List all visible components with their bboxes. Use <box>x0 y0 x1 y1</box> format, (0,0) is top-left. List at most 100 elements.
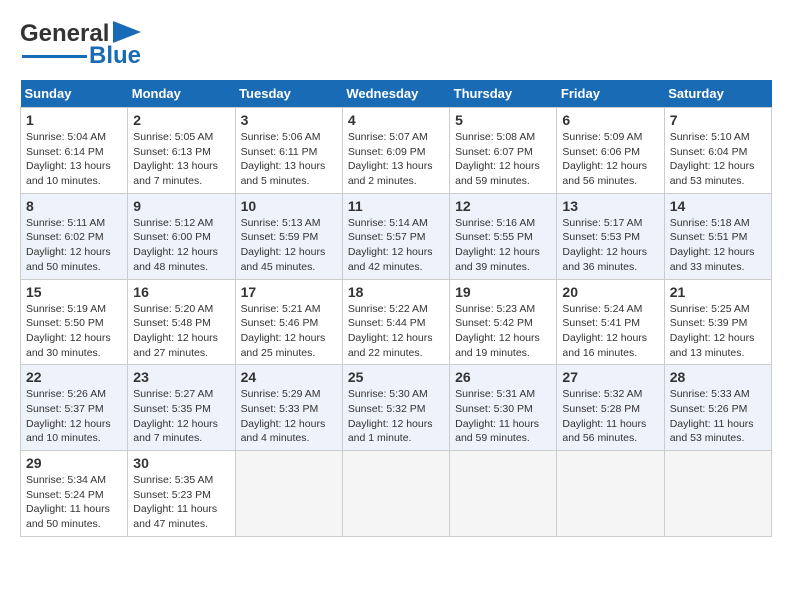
day-info: Sunrise: 5:11 AM Sunset: 6:02 PM Dayligh… <box>26 216 122 275</box>
day-info: Sunrise: 5:18 AM Sunset: 5:51 PM Dayligh… <box>670 216 766 275</box>
calendar-cell: 9 Sunrise: 5:12 AM Sunset: 6:00 PM Daylig… <box>128 193 235 279</box>
calendar-cell: 10 Sunrise: 5:13 AM Sunset: 5:59 PM Dayli… <box>235 193 342 279</box>
day-number: 17 <box>241 284 337 300</box>
day-number: 15 <box>26 284 122 300</box>
calendar-cell: 18Sunrise: 5:22 AM Sunset: 5:44 PM Dayli… <box>342 279 449 365</box>
calendar-cell <box>450 451 557 537</box>
calendar-table: SundayMondayTuesdayWednesdayThursdayFrid… <box>20 80 772 537</box>
day-info: Sunrise: 5:32 AM Sunset: 5:28 PM Dayligh… <box>562 387 658 446</box>
calendar-cell <box>235 451 342 537</box>
calendar-cell: 5 Sunrise: 5:08 AM Sunset: 6:07 PM Daylig… <box>450 108 557 194</box>
calendar-cell: 4Sunrise: 5:07 AM Sunset: 6:09 PM Daylig… <box>342 108 449 194</box>
day-info: Sunrise: 5:06 AM Sunset: 6:11 PM Dayligh… <box>241 130 337 189</box>
calendar-cell: 29 Sunrise: 5:34 AM Sunset: 5:24 PM Dayli… <box>21 451 128 537</box>
day-info: Sunrise: 5:08 AM Sunset: 6:07 PM Dayligh… <box>455 130 551 189</box>
day-number: 24 <box>241 369 337 385</box>
calendar-cell: 30Sunrise: 5:35 AM Sunset: 5:23 PM Dayli… <box>128 451 235 537</box>
calendar-week-row: 22 Sunrise: 5:26 AM Sunset: 5:37 PM Dayli… <box>21 365 772 451</box>
logo: General Blue <box>20 20 141 70</box>
day-number: 11 <box>348 198 444 214</box>
day-number: 25 <box>348 369 444 385</box>
calendar-cell <box>342 451 449 537</box>
day-number: 4 <box>348 112 444 128</box>
header-sunday: Sunday <box>21 80 128 108</box>
calendar-header-row: SundayMondayTuesdayWednesdayThursdayFrid… <box>21 80 772 108</box>
calendar-cell <box>664 451 771 537</box>
calendar-cell: 7 Sunrise: 5:10 AM Sunset: 6:04 PM Daylig… <box>664 108 771 194</box>
calendar-cell: 27Sunrise: 5:32 AM Sunset: 5:28 PM Dayli… <box>557 365 664 451</box>
day-info: Sunrise: 5:26 AM Sunset: 5:37 PM Dayligh… <box>26 387 122 446</box>
calendar-cell: 20Sunrise: 5:24 AM Sunset: 5:41 PM Dayli… <box>557 279 664 365</box>
calendar-cell: 17 Sunrise: 5:21 AM Sunset: 5:46 PM Dayli… <box>235 279 342 365</box>
calendar-cell: 19 Sunrise: 5:23 AM Sunset: 5:42 PM Dayli… <box>450 279 557 365</box>
day-number: 28 <box>670 369 766 385</box>
header-friday: Friday <box>557 80 664 108</box>
day-info: Sunrise: 5:12 AM Sunset: 6:00 PM Dayligh… <box>133 216 229 275</box>
calendar-cell: 12 Sunrise: 5:16 AM Sunset: 5:55 PM Dayli… <box>450 193 557 279</box>
calendar-week-row: 1 Sunrise: 5:04 AM Sunset: 6:14 PM Daylig… <box>21 108 772 194</box>
day-info: Sunrise: 5:10 AM Sunset: 6:04 PM Dayligh… <box>670 130 766 189</box>
header-thursday: Thursday <box>450 80 557 108</box>
day-info: Sunrise: 5:05 AM Sunset: 6:13 PM Dayligh… <box>133 130 229 189</box>
day-number: 23 <box>133 369 229 385</box>
calendar-cell: 8 Sunrise: 5:11 AM Sunset: 6:02 PM Daylig… <box>21 193 128 279</box>
day-number: 13 <box>562 198 658 214</box>
calendar-cell: 3 Sunrise: 5:06 AM Sunset: 6:11 PM Daylig… <box>235 108 342 194</box>
header-saturday: Saturday <box>664 80 771 108</box>
day-info: Sunrise: 5:33 AM Sunset: 5:26 PM Dayligh… <box>670 387 766 446</box>
day-info: Sunrise: 5:29 AM Sunset: 5:33 PM Dayligh… <box>241 387 337 446</box>
day-info: Sunrise: 5:17 AM Sunset: 5:53 PM Dayligh… <box>562 216 658 275</box>
calendar-cell: 14 Sunrise: 5:18 AM Sunset: 5:51 PM Dayli… <box>664 193 771 279</box>
day-number: 8 <box>26 198 122 214</box>
day-number: 12 <box>455 198 551 214</box>
logo-general: General <box>20 20 109 47</box>
calendar-cell: 16Sunrise: 5:20 AM Sunset: 5:48 PM Dayli… <box>128 279 235 365</box>
day-number: 14 <box>670 198 766 214</box>
day-info: Sunrise: 5:13 AM Sunset: 5:59 PM Dayligh… <box>241 216 337 275</box>
day-number: 9 <box>133 198 229 214</box>
day-number: 29 <box>26 455 122 471</box>
calendar-cell: 2 Sunrise: 5:05 AM Sunset: 6:13 PM Daylig… <box>128 108 235 194</box>
calendar-cell: 25Sunrise: 5:30 AM Sunset: 5:32 PM Dayli… <box>342 365 449 451</box>
day-info: Sunrise: 5:23 AM Sunset: 5:42 PM Dayligh… <box>455 302 551 361</box>
day-info: Sunrise: 5:21 AM Sunset: 5:46 PM Dayligh… <box>241 302 337 361</box>
header-monday: Monday <box>128 80 235 108</box>
calendar-cell: 24 Sunrise: 5:29 AM Sunset: 5:33 PM Dayli… <box>235 365 342 451</box>
day-number: 20 <box>562 284 658 300</box>
day-info: Sunrise: 5:31 AM Sunset: 5:30 PM Dayligh… <box>455 387 551 446</box>
day-number: 3 <box>241 112 337 128</box>
day-info: Sunrise: 5:34 AM Sunset: 5:24 PM Dayligh… <box>26 473 122 532</box>
calendar-cell: 15 Sunrise: 5:19 AM Sunset: 5:50 PM Dayli… <box>21 279 128 365</box>
calendar-week-row: 15 Sunrise: 5:19 AM Sunset: 5:50 PM Dayli… <box>21 279 772 365</box>
day-number: 10 <box>241 198 337 214</box>
calendar-cell: 6Sunrise: 5:09 AM Sunset: 6:06 PM Daylig… <box>557 108 664 194</box>
day-info: Sunrise: 5:09 AM Sunset: 6:06 PM Dayligh… <box>562 130 658 189</box>
day-info: Sunrise: 5:16 AM Sunset: 5:55 PM Dayligh… <box>455 216 551 275</box>
day-info: Sunrise: 5:19 AM Sunset: 5:50 PM Dayligh… <box>26 302 122 361</box>
calendar-cell <box>557 451 664 537</box>
calendar-week-row: 8 Sunrise: 5:11 AM Sunset: 6:02 PM Daylig… <box>21 193 772 279</box>
day-number: 30 <box>133 455 229 471</box>
calendar-cell: 26Sunrise: 5:31 AM Sunset: 5:30 PM Dayli… <box>450 365 557 451</box>
page-header: General Blue <box>20 20 772 70</box>
day-info: Sunrise: 5:04 AM Sunset: 6:14 PM Dayligh… <box>26 130 122 189</box>
day-info: Sunrise: 5:27 AM Sunset: 5:35 PM Dayligh… <box>133 387 229 446</box>
day-info: Sunrise: 5:25 AM Sunset: 5:39 PM Dayligh… <box>670 302 766 361</box>
day-number: 7 <box>670 112 766 128</box>
day-info: Sunrise: 5:14 AM Sunset: 5:57 PM Dayligh… <box>348 216 444 275</box>
logo-arrow-icon <box>113 21 141 43</box>
day-number: 5 <box>455 112 551 128</box>
day-number: 22 <box>26 369 122 385</box>
calendar-cell: 13 Sunrise: 5:17 AM Sunset: 5:53 PM Dayli… <box>557 193 664 279</box>
calendar-week-row: 29 Sunrise: 5:34 AM Sunset: 5:24 PM Dayli… <box>21 451 772 537</box>
calendar-cell: 21Sunrise: 5:25 AM Sunset: 5:39 PM Dayli… <box>664 279 771 365</box>
calendar-cell: 11 Sunrise: 5:14 AM Sunset: 5:57 PM Dayli… <box>342 193 449 279</box>
calendar-cell: 23 Sunrise: 5:27 AM Sunset: 5:35 PM Dayli… <box>128 365 235 451</box>
header-wednesday: Wednesday <box>342 80 449 108</box>
day-number: 2 <box>133 112 229 128</box>
day-info: Sunrise: 5:22 AM Sunset: 5:44 PM Dayligh… <box>348 302 444 361</box>
day-number: 1 <box>26 112 122 128</box>
day-number: 19 <box>455 284 551 300</box>
day-info: Sunrise: 5:20 AM Sunset: 5:48 PM Dayligh… <box>133 302 229 361</box>
calendar-cell: 22 Sunrise: 5:26 AM Sunset: 5:37 PM Dayli… <box>21 365 128 451</box>
